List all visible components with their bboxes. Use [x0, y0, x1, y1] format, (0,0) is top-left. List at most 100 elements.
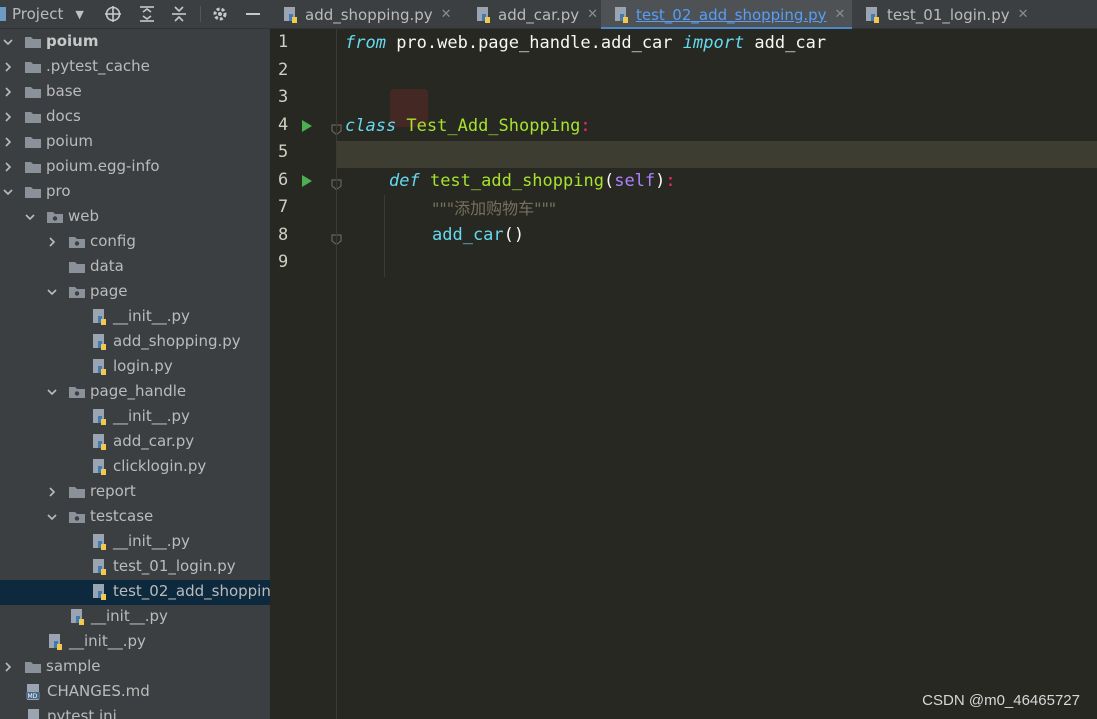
- tab-label: add_car.py: [498, 5, 580, 24]
- tree-folder-row[interactable]: page_handle: [0, 380, 270, 405]
- chevron-right-icon[interactable]: [2, 111, 14, 123]
- folder-icon: [24, 60, 42, 74]
- chevron-right-icon[interactable]: [2, 136, 14, 148]
- code-line-7[interactable]: """添加购物车""": [432, 195, 556, 222]
- close-icon[interactable]: ✕: [441, 7, 452, 22]
- chevron-right-icon[interactable]: [2, 61, 14, 73]
- tree-folder-row[interactable]: poium: [0, 130, 270, 155]
- tree-file-row[interactable]: pytest.ini: [0, 705, 270, 719]
- collapse-all-icon[interactable]: [170, 5, 188, 23]
- tree-folder-row[interactable]: sample: [0, 655, 270, 680]
- editor-gutter: 1 2 3 4 5 6 7 8 9: [270, 29, 342, 719]
- close-icon[interactable]: ✕: [1018, 7, 1029, 22]
- tree-folder-row[interactable]: poium.egg-info: [0, 155, 270, 180]
- editor-tab[interactable]: add_car.py ✕: [463, 0, 601, 29]
- chevron-down-icon[interactable]: [2, 186, 14, 198]
- close-icon[interactable]: ✕: [587, 7, 598, 22]
- tree-folder-row[interactable]: base: [0, 80, 270, 105]
- markdown-file-icon: MD: [25, 683, 43, 700]
- chevron-right-icon[interactable]: [2, 161, 14, 173]
- package-folder-icon: [68, 510, 86, 524]
- folder-icon: [68, 485, 86, 499]
- tree-folder-row[interactable]: page: [0, 280, 270, 305]
- tree-folder-row[interactable]: web: [0, 205, 270, 230]
- python-file-icon: [91, 358, 109, 375]
- line-number: 9: [278, 252, 289, 272]
- call-parens: (): [503, 225, 525, 245]
- chevron-right-icon[interactable]: [2, 661, 14, 673]
- tree-item-label: config: [90, 232, 136, 250]
- chevron-right-icon[interactable]: [46, 486, 58, 498]
- chevron-down-icon[interactable]: [46, 386, 58, 398]
- chevron-down-icon[interactable]: [2, 36, 14, 48]
- line-number: 6: [278, 169, 289, 190]
- minimize-icon[interactable]: [244, 5, 262, 23]
- tree-file-row[interactable]: __init__.py: [0, 305, 270, 330]
- run-icon[interactable]: [302, 174, 312, 187]
- close-paren: ): [655, 171, 666, 191]
- line-number: 8: [278, 224, 289, 245]
- chevron-down-icon[interactable]: [24, 211, 36, 223]
- close-icon[interactable]: ✕: [835, 7, 846, 22]
- code-line-6[interactable]: def test_add_shopping(self):: [389, 168, 676, 195]
- tree-file-row[interactable]: __init__.py: [0, 605, 270, 630]
- line-number: 1: [278, 32, 289, 52]
- tab-label: add_shopping.py: [305, 5, 433, 24]
- self-param: self: [614, 171, 656, 191]
- chevron-right-icon[interactable]: [2, 86, 14, 98]
- tree-item-label: login.py: [113, 357, 173, 375]
- code-line-1[interactable]: from pro.web.page_handle.add_car import …: [345, 30, 826, 57]
- tree-file-row[interactable]: data: [0, 255, 270, 280]
- function-name: test_add_shopping: [419, 171, 604, 191]
- csdn-watermark: CSDN @m0_46465727: [922, 692, 1080, 709]
- tree-file-row[interactable]: __init__.py: [0, 630, 270, 655]
- tree-file-row[interactable]: clicklogin.py: [0, 455, 270, 480]
- code-line-8[interactable]: add_car(): [432, 222, 524, 249]
- editor-tab[interactable]: test_01_login.py ✕: [852, 0, 1029, 29]
- tree-folder-row[interactable]: .pytest_cache: [0, 55, 270, 80]
- header-divider: [200, 6, 201, 22]
- gear-icon[interactable]: [211, 5, 229, 23]
- editor-tab[interactable]: test_02_add_shopping.py ✕: [601, 0, 852, 30]
- tree-item-label: pro: [46, 182, 71, 200]
- tree-file-row[interactable]: test_02_add_shoppin: [0, 580, 270, 605]
- locate-icon[interactable]: [104, 5, 122, 23]
- tree-file-row[interactable]: __init__.py: [0, 405, 270, 430]
- tree-folder-row[interactable]: testcase: [0, 505, 270, 530]
- editor-tab[interactable]: add_shopping.py ✕: [270, 0, 463, 29]
- tree-folder-row[interactable]: report: [0, 480, 270, 505]
- python-file-icon: [91, 433, 109, 450]
- project-view-title[interactable]: Project: [12, 5, 63, 23]
- def-colon: :: [665, 171, 676, 191]
- tree-file-row[interactable]: __init__.py: [0, 530, 270, 555]
- folder-icon: [24, 135, 42, 149]
- tree-folder-row[interactable]: poium: [0, 30, 270, 55]
- class-colon: :: [580, 116, 591, 136]
- tree-file-row[interactable]: test_01_login.py: [0, 555, 270, 580]
- tree-folder-row[interactable]: config: [0, 230, 270, 255]
- python-file-icon: [613, 6, 631, 24]
- package-folder-icon: [68, 285, 86, 299]
- code-editor[interactable]: 1 2 3 4 5 6 7 8 9 from pro.web.page_handle.add_c…: [270, 29, 1097, 719]
- tree-item-label: CHANGES.md: [47, 682, 150, 700]
- chevron-down-icon[interactable]: ▼: [75, 8, 83, 21]
- expand-all-icon[interactable]: [138, 5, 156, 23]
- tree-file-row[interactable]: add_shopping.py: [0, 330, 270, 355]
- tree-file-row[interactable]: login.py: [0, 355, 270, 380]
- tree-file-row[interactable]: MD CHANGES.md: [0, 680, 270, 705]
- chevron-down-icon[interactable]: [46, 286, 58, 298]
- tree-folder-row[interactable]: pro: [0, 180, 270, 205]
- code-line-4[interactable]: class Test_Add_Shopping:: [345, 113, 591, 140]
- python-file-icon: [282, 6, 300, 24]
- python-file-icon: [91, 408, 109, 425]
- run-icon[interactable]: [302, 119, 312, 132]
- chevron-down-icon[interactable]: [46, 511, 58, 523]
- tree-file-row[interactable]: add_car.py: [0, 430, 270, 455]
- tree-item-label: __init__.py: [113, 307, 190, 325]
- tree-item-label: pytest.ini: [47, 707, 117, 719]
- tree-folder-row[interactable]: docs: [0, 105, 270, 130]
- imported-name: add_car: [744, 33, 827, 53]
- tree-item-label: __init__.py: [91, 607, 168, 625]
- chevron-right-icon[interactable]: [46, 236, 58, 248]
- class-name: Test_Add_Shopping: [396, 116, 581, 136]
